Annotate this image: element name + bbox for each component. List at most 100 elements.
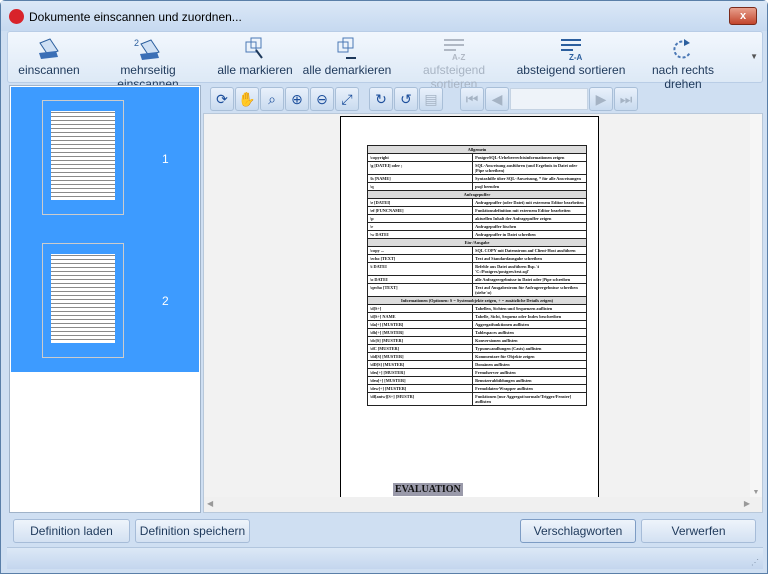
table-row: \e [DATEI] Anfragepuffer (oder Datei) mit… (366, 198, 587, 207)
description-cell: Tabelle, Sicht, Sequenz oder Index besch… (472, 312, 587, 321)
section-header-row: Allgemein (367, 145, 587, 154)
command-cell: \o DATEI (366, 275, 474, 284)
scanner-icon (16, 35, 82, 63)
command-cell: \d[S+] NAME (366, 312, 474, 321)
fit-page-icon[interactable]: ⤢ (335, 87, 359, 111)
first-page-icon[interactable]: ⏮ (460, 87, 484, 111)
zoom-out-icon[interactable]: ⊖ (310, 87, 334, 111)
toolbar-button-label: einscannen (18, 63, 80, 77)
command-cell: \e [DATEI] (366, 198, 474, 207)
close-button[interactable]: x (729, 7, 757, 25)
page-delete-icon[interactable]: ▤ (419, 87, 443, 111)
last-page-icon[interactable]: ⏭ (614, 87, 638, 111)
save-definition-button[interactable]: Definition speichern (135, 519, 250, 543)
page-navigation: ⏮ ◀ ▶ ⏭ (460, 87, 638, 111)
command-cell: \g [DATEI] oder ; (366, 161, 474, 175)
command-cell: \d[S+] (366, 304, 474, 313)
page-number-input[interactable] (510, 88, 588, 110)
horizontal-scrollbar[interactable]: ◀ ▶ (204, 497, 762, 512)
command-cell: \q (366, 182, 474, 191)
toolbar-button-label: alle markieren (217, 63, 293, 77)
rotate-right-icon[interactable]: ↻ (369, 87, 393, 111)
command-cell: \p (366, 214, 474, 223)
description-cell: Fremddaten-Wrapper auflisten (472, 384, 587, 393)
command-cell: \des[+] [MUSTER] (366, 368, 474, 377)
svg-text:2: 2 (134, 38, 139, 48)
description-cell: Kommentare für Objekte zeigen (472, 352, 587, 361)
page-thumbnail-2[interactable] (42, 243, 124, 358)
description-cell: psql beenden (472, 182, 587, 191)
refresh-icon[interactable]: ⟳ (210, 87, 234, 111)
description-cell: Aggregatfunktionen auflisten (472, 320, 587, 329)
evaluation-watermark: EVALUATION (393, 483, 463, 496)
description-cell: PostgreSQL-Urheberrechtsinformationen ze… (472, 153, 587, 162)
svg-text:Z-A: Z-A (569, 53, 583, 62)
table-row: \g [DATEI] oder ; SQL-Anweisung ausführen… (366, 161, 587, 175)
multi-scan-icon: 2 (88, 35, 208, 63)
toolbar-button-aufsteigend-sortieren[interactable]: A-Z aufsteigend sortieren (398, 35, 510, 91)
section-header-row: Anfragepuffer (367, 190, 587, 199)
description-cell: Syntaxhilfe über SQL-Anweisung, * für al… (472, 174, 587, 183)
toolbar-button-nach-rechts-drehen[interactable]: nach rechts drehen (633, 35, 733, 91)
section-header: Anfragepuffer (367, 190, 587, 199)
view-tools: ⟳ ✋ ⌕ ⊕ ⊖ ⤢ (210, 87, 359, 111)
table-row: \df[antw][S+] [MUSTR] Funktionen [nur Agg… (366, 392, 587, 406)
toolbar-button-mehrseitig-einscannen[interactable]: 2 mehrseitig einscannen (88, 35, 208, 91)
table-row: \deu[+] [MUSTER] Benutzerabbildungen aufl… (366, 376, 587, 385)
page-thumbnail-1[interactable] (42, 100, 124, 215)
description-cell: aktuellen Inhalt der Anfragepuffer zeige… (472, 214, 587, 223)
description-cell: Anfragepuffer in Datei schreiben (472, 230, 587, 239)
toolbar-button-alle-demarkieren[interactable]: alle demarkieren (302, 35, 392, 81)
table-row: \h [NAME] Syntaxhilfe über SQL-Anweisung,… (366, 174, 587, 183)
document-page: Allgemein \copyright PostgreSQL-Urheberrec… (340, 116, 599, 498)
section-header: Allgemein (367, 145, 587, 154)
zoom-in-icon[interactable]: ⊕ (285, 87, 309, 111)
load-definition-button[interactable]: Definition laden (13, 519, 130, 543)
rotate-tools: ↻ ↺ ▤ (369, 87, 443, 111)
description-cell: Text auf Ausgabestrom für Anfrageergebni… (472, 283, 587, 297)
command-cell: \w DATEI (366, 230, 474, 239)
command-cell: \ef [FUNCNAME] (366, 206, 474, 215)
description-cell: Benutzerabbildungen auflisten (472, 376, 587, 385)
description-cell: Anfragepuffer (oder Datei) mit externem … (472, 198, 587, 207)
status-bar: ⋰ (7, 547, 763, 569)
hand-pan-icon[interactable]: ✋ (235, 87, 259, 111)
toolbar-button-label: nach rechts drehen (651, 63, 715, 91)
description-cell: Tabellen, Sichten und Sequenzen aufliste… (472, 304, 587, 313)
command-cell: \copyright (366, 153, 474, 162)
next-page-icon[interactable]: ▶ (589, 87, 613, 111)
table-row: \d[S+] NAME Tabelle, Sicht, Sequenz oder … (366, 312, 587, 321)
tag-button[interactable]: Verschlagworten (520, 519, 636, 543)
command-cell: \dc[S] [MUSTER] (366, 336, 474, 345)
command-cell: \r (366, 222, 474, 231)
table-row: \da[+] [MUSTER] Aggregatfunktionen auflis… (366, 320, 587, 329)
document-table: Allgemein \copyright PostgreSQL-Urheberrec… (366, 145, 587, 406)
rotate-left-icon[interactable]: ↺ (394, 87, 418, 111)
zoom-area-icon[interactable]: ⌕ (260, 87, 284, 111)
discard-button[interactable]: Verwerfen (641, 519, 756, 543)
section-header-row: Ein-/Ausgabe (367, 238, 587, 247)
command-cell: \deu[+] [MUSTER] (366, 376, 474, 385)
document-viewer[interactable]: Allgemein \copyright PostgreSQL-Urheberrec… (203, 113, 763, 513)
deselect-all-icon (302, 35, 392, 63)
description-cell: SQL-Anweisung ausführen (und Ergebnis in… (472, 161, 587, 175)
command-cell: \i DATEI (366, 262, 474, 276)
previous-page-icon[interactable]: ◀ (485, 87, 509, 111)
toolbar-button-alle-markieren[interactable]: alle markieren (215, 35, 295, 81)
table-row: \dew[+] [MUSTER] Fremddaten-Wrapper aufli… (366, 384, 587, 393)
description-cell: alle Anfrageergebnisse in Datei oder |Pi… (472, 275, 587, 284)
description-cell: Funktionen [nur Aggregat/normale/Trigger… (472, 392, 587, 406)
vertical-scrollbar[interactable]: ▼ (750, 114, 762, 498)
resize-grip-icon[interactable]: ⋰ (751, 558, 759, 567)
toolbar-overflow-icon[interactable]: ▼ (750, 52, 758, 61)
table-row: \dD[S] [MUSTER] Domänen auflisten (366, 360, 587, 369)
table-row: \d[S+] Tabellen, Sichten und Sequenzen au… (366, 304, 587, 313)
table-row: \dc[S] [MUSTER] Konversionen auflisten (366, 336, 587, 345)
table-row: \dd[S] [MUSTER] Kommentare für Objekte ze… (366, 352, 587, 361)
toolbar-button-absteigend-sortieren[interactable]: Z-A absteigend sortieren (511, 35, 631, 81)
svg-text:A-Z: A-Z (452, 53, 465, 62)
command-cell: \dew[+] [MUSTER] (366, 384, 474, 393)
toolbar-button-einscannen[interactable]: einscannen (16, 35, 82, 81)
table-row: \ef [FUNCNAME] Funktionsdefinition mit ex… (366, 206, 587, 215)
thumbnail-panel[interactable]: 1 2 (9, 85, 201, 513)
